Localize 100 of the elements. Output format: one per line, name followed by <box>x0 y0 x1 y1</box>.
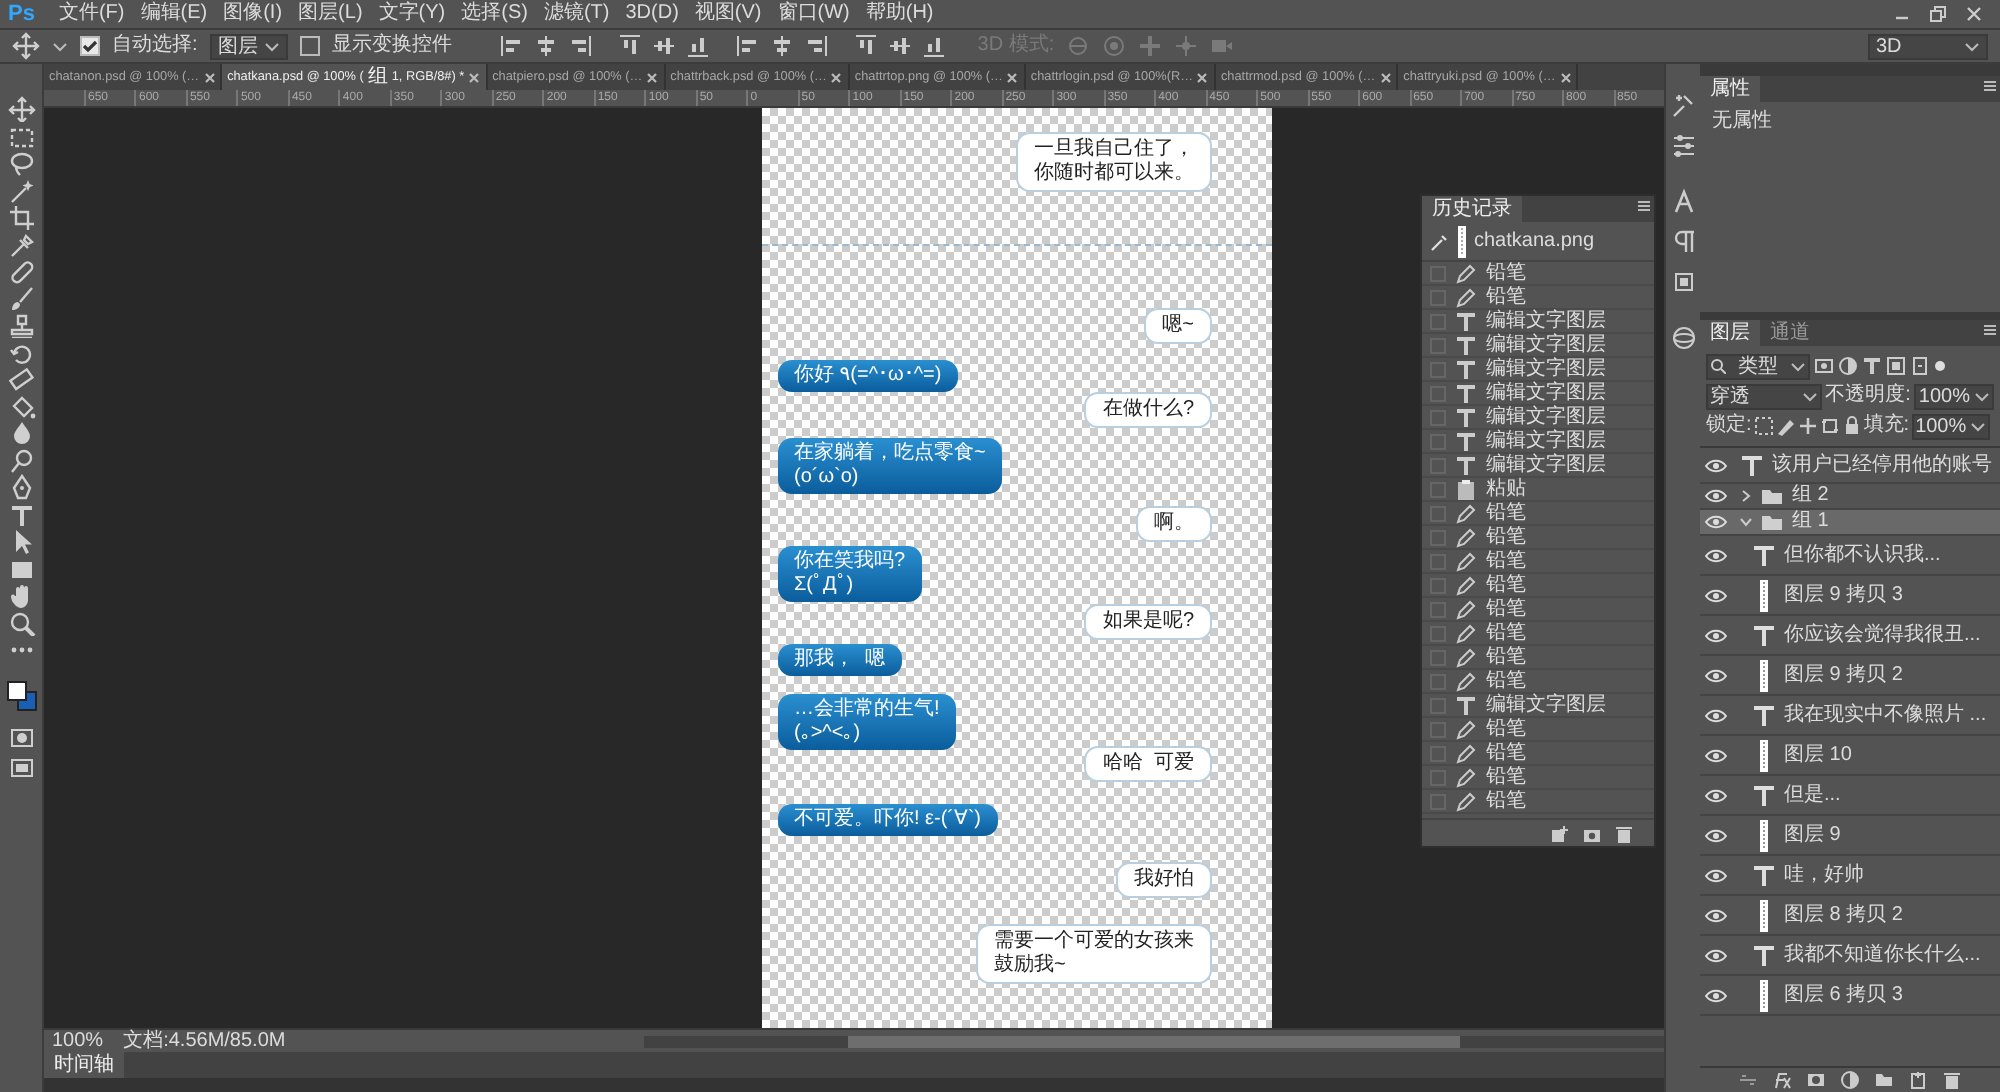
toggle-icon[interactable] <box>1934 360 1946 372</box>
history-step[interactable]: 编辑文字图层 <box>1422 382 1654 406</box>
eye-icon[interactable] <box>1704 514 1728 530</box>
smart-object-filter-icon[interactable] <box>1910 356 1930 376</box>
history-step[interactable]: 铅笔 <box>1422 286 1654 310</box>
eye-icon[interactable] <box>1704 627 1728 643</box>
bandage-icon[interactable] <box>7 258 35 284</box>
history-step[interactable]: 编辑文字图层 <box>1422 310 1654 334</box>
screen-mode-icon[interactable] <box>7 753 35 781</box>
menu-item[interactable]: 文件(F) <box>50 0 133 28</box>
checkbox[interactable] <box>80 36 100 56</box>
opacity-field[interactable]: 100% <box>1914 383 1994 409</box>
layer-row[interactable]: 该用户已经停用他的账号 <box>1700 448 2000 484</box>
history-step[interactable]: 铅笔 <box>1422 790 1654 814</box>
panel-tab[interactable]: 历史记录 <box>1422 196 1522 222</box>
stamp-icon[interactable] <box>7 312 35 338</box>
layer-row[interactable]: 图层 9 <box>1700 816 2000 856</box>
lock-artboard-icon[interactable] <box>1819 416 1840 436</box>
menu-icon[interactable] <box>1980 320 2000 340</box>
eye-icon[interactable] <box>1704 587 1728 603</box>
eye-icon[interactable] <box>1704 867 1728 883</box>
history-step[interactable]: 铅笔 <box>1422 766 1654 790</box>
lock-pixels-icon[interactable] <box>1753 416 1774 436</box>
workspace-select[interactable]: 3D <box>1868 33 1988 59</box>
layer-row[interactable]: 哇，好帅 <box>1700 856 2000 896</box>
pen-icon[interactable] <box>7 474 35 500</box>
crop-icon[interactable] <box>7 204 35 230</box>
dodge-icon[interactable] <box>7 447 35 473</box>
close-icon[interactable] <box>203 71 216 83</box>
align-icon[interactable] <box>685 34 710 58</box>
mask-icon[interactable] <box>1806 1070 1826 1090</box>
close-icon[interactable] <box>1966 6 1982 22</box>
filter-select[interactable]: 类型 <box>1706 353 1810 379</box>
snapshot-thumbnail[interactable] <box>1458 225 1466 257</box>
align-icon[interactable] <box>921 34 946 58</box>
align-icon[interactable] <box>769 34 794 58</box>
close-icon[interactable] <box>1006 71 1019 83</box>
eye-icon[interactable] <box>1704 547 1728 563</box>
eye-icon[interactable] <box>1704 488 1728 504</box>
menu-item[interactable]: 窗口(W) <box>769 0 858 28</box>
trash-icon[interactable] <box>1942 1070 1962 1090</box>
align-icon[interactable] <box>803 34 828 58</box>
type-icon[interactable] <box>7 501 35 527</box>
caret-icon[interactable] <box>263 39 280 53</box>
menu-item[interactable]: 选择(S) <box>453 0 536 28</box>
lock-paint-icon[interactable] <box>1775 416 1796 436</box>
marquee-icon[interactable] <box>7 123 35 149</box>
eraser-icon[interactable] <box>7 366 35 392</box>
link-icon[interactable] <box>1738 1070 1758 1090</box>
caret-icon[interactable] <box>1964 39 1980 53</box>
quick-mask-icon[interactable] <box>7 724 35 752</box>
history-step[interactable]: 铅笔 <box>1422 742 1654 766</box>
panel-tab[interactable]: 图层 <box>1700 320 1760 346</box>
history-step[interactable]: 铅笔 <box>1422 718 1654 742</box>
timeline-tab[interactable]: 时间轴 <box>44 1052 124 1078</box>
move-icon[interactable] <box>7 96 35 122</box>
close-icon[interactable] <box>468 71 481 83</box>
layer-row[interactable]: 但是... <box>1700 776 2000 816</box>
new-layer-icon[interactable] <box>1908 1070 1928 1090</box>
menu-item[interactable]: 文字(Y) <box>370 0 454 28</box>
lasso-icon[interactable] <box>7 150 35 176</box>
history-step[interactable]: 铅笔 <box>1422 262 1654 286</box>
history-step[interactable]: 编辑文字图层 <box>1422 358 1654 382</box>
eye-icon[interactable] <box>1704 457 1728 473</box>
eye-icon[interactable] <box>1704 947 1728 963</box>
eye-icon[interactable] <box>1704 667 1728 683</box>
history-step[interactable]: 铅笔 <box>1422 526 1654 550</box>
panel-tab[interactable]: 属性 <box>1700 76 1760 102</box>
layer-row[interactable]: 我在现实中不像照片 ... <box>1700 696 2000 736</box>
close-icon[interactable] <box>830 71 843 83</box>
eye-icon[interactable] <box>1704 827 1728 843</box>
align-icon[interactable] <box>735 34 760 58</box>
history-step[interactable]: 编辑文字图层 <box>1422 406 1654 430</box>
menu-item[interactable]: 3D(D) <box>617 0 687 28</box>
color-swatches[interactable] <box>5 679 37 711</box>
align-icon[interactable] <box>567 34 592 58</box>
menu-item[interactable]: 编辑(E) <box>132 0 216 28</box>
lock-position-icon[interactable] <box>1797 416 1818 436</box>
layer-row[interactable]: 图层 9 拷贝 3 <box>1700 576 2000 616</box>
align-icon[interactable] <box>853 34 878 58</box>
trash-icon[interactable] <box>1614 823 1634 843</box>
layer-row[interactable]: 我都不知道你长什么... <box>1700 936 2000 976</box>
history-step[interactable]: 粘贴 <box>1422 478 1654 502</box>
menu-icon[interactable] <box>1980 76 2000 96</box>
adjustment-icon[interactable] <box>1840 1070 1860 1090</box>
restore-icon[interactable] <box>1930 6 1946 22</box>
layer-row[interactable]: 图层 8 拷贝 2 <box>1700 896 2000 936</box>
fill-field[interactable]: 100% <box>1911 413 1991 439</box>
menu-icon[interactable] <box>1634 196 1654 216</box>
brush-icon[interactable] <box>7 285 35 311</box>
adjustment-filter-icon[interactable] <box>1838 356 1858 376</box>
scrollbar[interactable] <box>644 1035 1664 1047</box>
search-icon[interactable] <box>1710 358 1726 374</box>
layer-row[interactable]: 图层 6 拷贝 3 <box>1700 976 2000 1016</box>
scrollbar-thumb[interactable] <box>848 1035 1460 1047</box>
bucket-icon[interactable] <box>7 393 35 419</box>
history-step[interactable]: 编辑文字图层 <box>1422 694 1654 718</box>
folder-icon[interactable] <box>1874 1070 1894 1090</box>
image-filter-icon[interactable] <box>1814 356 1834 376</box>
chevron-icon[interactable] <box>1740 490 1752 502</box>
